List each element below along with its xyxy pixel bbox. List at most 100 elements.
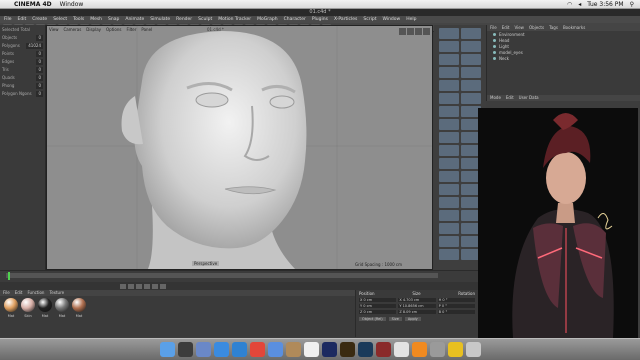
c4d-menu-snap[interactable]: Snap — [108, 17, 119, 22]
timeline-ruler[interactable] — [6, 273, 438, 278]
playhead[interactable] — [8, 272, 10, 280]
rotate-view-icon[interactable] — [415, 28, 422, 35]
sculpt-tool-icon[interactable] — [461, 93, 481, 104]
c4d-menu-character[interactable]: Character — [284, 17, 306, 22]
preferences-icon[interactable] — [429, 342, 445, 357]
timeline[interactable] — [0, 270, 478, 282]
sculpt-tool-icon[interactable] — [461, 80, 481, 91]
material-swatch[interactable] — [38, 298, 52, 312]
goto-end-icon[interactable] — [152, 283, 158, 289]
coord-field[interactable]: Z 8.09 cm — [398, 310, 436, 314]
mail-icon[interactable] — [267, 342, 283, 357]
sculpt-tool-icon[interactable] — [439, 210, 459, 221]
sculpt-tool-icon[interactable] — [461, 41, 481, 52]
viewport-menu-filter[interactable]: Filter — [126, 27, 136, 32]
attr-tab-mode[interactable]: Mode — [490, 95, 501, 101]
material-swatch[interactable] — [55, 298, 69, 312]
mat-menu-file[interactable]: File — [3, 290, 10, 296]
mat-menu-edit[interactable]: Edit — [15, 290, 23, 296]
coord-field[interactable]: Y 0 cm — [359, 304, 397, 308]
app-store-icon[interactable] — [213, 342, 229, 357]
objmgr-menu-view[interactable]: View — [514, 25, 524, 31]
objmgr-menu-objects[interactable]: Objects — [529, 25, 544, 31]
objmgr-menu-edit[interactable]: Edit — [502, 25, 510, 31]
sculpt-tool-icon[interactable] — [439, 80, 459, 91]
c4d-menu-simulate[interactable]: Simulate — [150, 17, 170, 22]
c4d-menu-mograph[interactable]: MoGraph — [257, 17, 277, 22]
c4d-menu-animate[interactable]: Animate — [125, 17, 144, 22]
mat-menu-function[interactable]: Function — [27, 290, 44, 296]
itunes-icon[interactable] — [393, 342, 409, 357]
wifi-icon[interactable]: ◠ — [567, 1, 572, 8]
vlc-icon[interactable] — [411, 342, 427, 357]
c4d-menu-create[interactable]: Create — [32, 17, 47, 22]
sculpt-tool-icon[interactable] — [439, 249, 459, 260]
c4d-menu-select[interactable]: Select — [53, 17, 67, 22]
next-frame-icon[interactable] — [144, 283, 150, 289]
c4d-menu-render[interactable]: Render — [176, 17, 192, 22]
record-icon[interactable] — [160, 283, 166, 289]
perspective-viewport[interactable]: View Cameras Display Options Filter Panel 01.… — [46, 25, 433, 270]
radiation-icon[interactable] — [447, 342, 463, 357]
cinema4d-icon[interactable] — [357, 342, 373, 357]
material-swatch[interactable] — [21, 298, 35, 312]
app-menu-name[interactable]: CINEMA 4D — [14, 1, 52, 8]
toggle-layout-icon[interactable] — [423, 28, 430, 35]
sculpt-tool-icon[interactable] — [439, 28, 459, 39]
dashboard-icon[interactable] — [177, 342, 193, 357]
sculpt-tool-icon[interactable] — [439, 236, 459, 247]
mac-menu-window[interactable]: Window — [60, 1, 84, 8]
sculpt-tool-icon[interactable] — [439, 197, 459, 208]
viewport-menu-cameras[interactable]: Cameras — [64, 27, 82, 32]
chrome-icon[interactable] — [249, 342, 265, 357]
sculpt-tool-icon[interactable] — [439, 54, 459, 65]
material-swatch[interactable] — [4, 298, 18, 312]
prev-frame-icon[interactable] — [128, 283, 134, 289]
volume-icon[interactable]: ◂ — [578, 1, 581, 8]
coord-field[interactable]: Z 0 cm — [359, 310, 397, 314]
zoom-view-icon[interactable] — [407, 28, 414, 35]
attr-tab-edit[interactable]: Edit — [506, 95, 514, 101]
objmgr-menu-tags[interactable]: Tags — [549, 25, 558, 31]
goto-start-icon[interactable] — [120, 283, 126, 289]
mission-control-icon[interactable] — [195, 342, 211, 357]
c4d-menu-window[interactable]: Window — [382, 17, 400, 22]
sculpt-tool-icon[interactable] — [439, 132, 459, 143]
c4d-menu-mesh[interactable]: Mesh — [90, 17, 102, 22]
viewport-menu-display[interactable]: Display — [86, 27, 101, 32]
c4d-menu-plugins[interactable]: Plugins — [312, 17, 328, 22]
c4d-menu-sculpt[interactable]: Sculpt — [198, 17, 212, 22]
sculpt-tool-icon[interactable] — [439, 106, 459, 117]
sculpt-tool-icon[interactable] — [439, 119, 459, 130]
viewport-menu-options[interactable]: Options — [106, 27, 121, 32]
objmgr-menu-bookmarks[interactable]: Bookmarks — [563, 25, 585, 31]
play-icon[interactable] — [136, 283, 142, 289]
c4d-menu-file[interactable]: File — [4, 17, 12, 22]
c4d-menu-motion-tracker[interactable]: Motion Tracker — [218, 17, 251, 22]
coord-field[interactable]: H 0 ° — [437, 298, 475, 302]
coord-field[interactable]: Y 10.8656 cm — [398, 304, 436, 308]
sculpt-tool-icon[interactable] — [439, 158, 459, 169]
c4d-menu-x-particles[interactable]: X-Particles — [334, 17, 357, 22]
objmgr-menu-file[interactable]: File — [490, 25, 497, 31]
attr-tab-user-data[interactable]: User Data — [519, 95, 539, 101]
illustrator-icon[interactable] — [339, 342, 355, 357]
contacts-icon[interactable] — [285, 342, 301, 357]
c4d-menu-edit[interactable]: Edit — [18, 17, 27, 22]
sculpt-tool-icon[interactable] — [439, 67, 459, 78]
viewport-menu-view[interactable]: View — [49, 27, 59, 32]
size-mode-dropdown[interactable]: Size — [388, 317, 402, 321]
calendar-icon[interactable] — [303, 342, 319, 357]
sculpt-tool-icon[interactable] — [461, 28, 481, 39]
zbrush-icon[interactable] — [375, 342, 391, 357]
viewport-menu-panel[interactable]: Panel — [141, 27, 152, 32]
c4d-menu-help[interactable]: Help — [406, 17, 416, 22]
clock[interactable]: Tue 3:56 PM — [587, 1, 623, 8]
sculpt-tool-icon[interactable] — [439, 41, 459, 52]
trash-icon[interactable] — [465, 342, 481, 357]
sculpt-tool-icon[interactable] — [439, 184, 459, 195]
coord-field[interactable]: P 0 ° — [437, 304, 475, 308]
sculpt-tool-icon[interactable] — [461, 67, 481, 78]
sculpt-tool-icon[interactable] — [439, 93, 459, 104]
spotlight-icon[interactable]: ⚲ — [630, 1, 634, 8]
